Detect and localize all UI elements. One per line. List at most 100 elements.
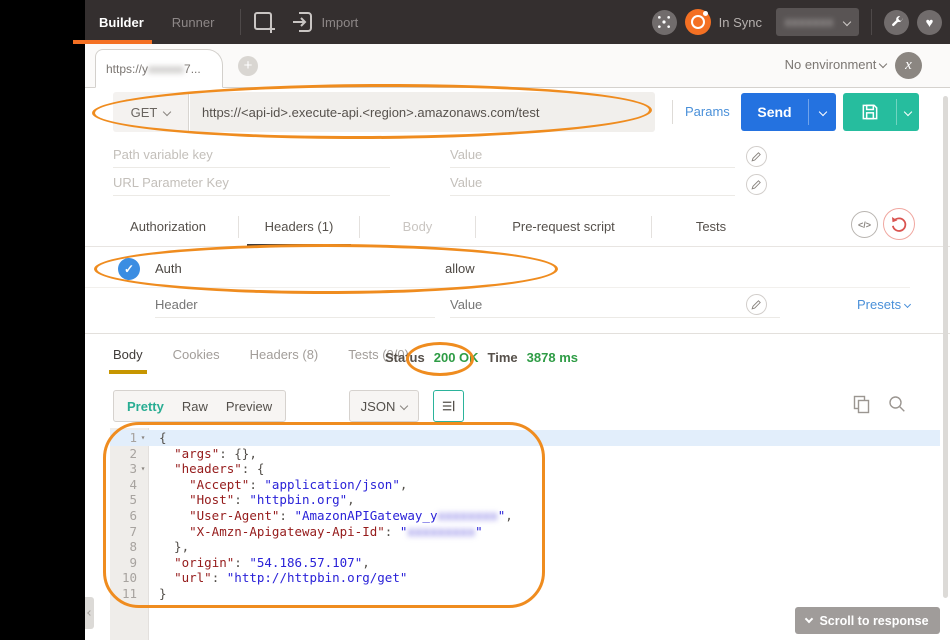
request-tab-title-suffix: 7... [184,62,201,76]
code-line: 5 "Host": "httpbin.org", [110,492,940,508]
scrollbar[interactable] [943,96,948,598]
params-button[interactable]: Params [685,104,730,119]
url-parameter-row [113,170,770,198]
new-header-value-input[interactable] [450,292,780,318]
environment-selector[interactable]: No environment [785,57,886,72]
view-pretty[interactable]: Pretty [118,399,173,414]
code-line: 6 "User-Agent": "AmazonAPIGateway_yxxxxx… [110,508,940,524]
line-number: 8 [110,539,137,555]
chevron-down-icon [904,301,911,308]
line-number: 10 [110,570,137,586]
edit-pencil-icon[interactable] [746,174,767,195]
url-parameter-key-input[interactable] [113,170,390,196]
response-view-switcher: Pretty Raw Preview [113,390,286,422]
save-floppy-icon [843,93,896,131]
top-nav: Builder Runner [85,0,228,44]
code-content: "Accept": "application/json", [149,477,407,493]
topbar-right: In Sync xxxxxxx ♥ [644,8,950,36]
line-number: 6 [110,508,137,524]
wrap-text-icon[interactable] [433,390,464,422]
chevron-down-icon [879,60,887,68]
response-tab-body[interactable]: Body [113,347,143,374]
header-enabled-checkbox[interactable]: ✓ [118,258,140,280]
save-options-chevron[interactable] [897,93,919,131]
user-account-button[interactable]: xxxxxxx [776,8,859,36]
nav-builder[interactable]: Builder [85,0,158,44]
fold-arrow-icon[interactable]: ▾ [137,461,149,477]
fold-arrow-icon[interactable]: ▾ [137,430,149,446]
request-section-tabs: Authorization Headers (1) Body Pre-reque… [85,207,950,247]
sidebar-collapse-handle[interactable] [85,597,94,629]
left-sidebar [0,0,85,640]
path-variable-value-input[interactable] [450,142,735,168]
code-line: 4 "Accept": "application/json", [110,477,940,493]
new-tab-icon[interactable] [253,11,277,33]
heart-icon[interactable]: ♥ [917,10,942,35]
path-variable-key-input[interactable] [113,142,390,168]
edit-pencil-icon[interactable] [746,294,767,315]
header-row-auth: ✓ Auth allow [85,251,910,288]
header-key[interactable]: Auth [155,261,182,276]
tab-tests[interactable]: Tests [652,207,770,246]
code-content: "origin": "54.186.57.107", [149,555,370,571]
code-lines: 1▾{2 "args": {},3▾ "headers": {4 "Accept… [110,430,940,602]
send-label: Send [741,93,808,131]
response-tab-cookies[interactable]: Cookies [173,347,220,374]
import-icon[interactable] [291,11,313,33]
heart-glyph: ♥ [926,15,934,30]
environment-quick-look-icon[interactable]: x [895,52,922,79]
line-number: 2 [110,446,137,462]
response-meta: Status 200 OK Time 3878 ms [385,350,578,365]
request-tab[interactable]: https://yxxxxxx7... [95,49,223,88]
view-preview[interactable]: Preview [217,399,281,414]
time-value: 3878 ms [527,350,578,365]
capture-requests-icon[interactable] [652,10,677,35]
url-parameter-value-input[interactable] [450,170,735,196]
chevron-down-icon [163,108,171,116]
view-raw[interactable]: Raw [173,399,217,414]
tab-authorization[interactable]: Authorization [98,207,238,246]
edit-pencil-icon[interactable] [746,146,767,167]
format-label: JSON [361,399,396,414]
code-line: 11} [110,586,940,602]
divider [672,100,673,124]
tab-headers[interactable]: Headers (1) [239,207,359,246]
tab-pre-request-script[interactable]: Pre-request script [476,207,651,246]
new-header-key-input[interactable] [155,292,435,318]
sync-status-label: In Sync [719,15,762,30]
line-number: 5 [110,492,137,508]
code-content: "args": {}, [149,446,257,462]
copy-icon[interactable] [853,395,870,414]
method-selector[interactable]: GET [113,92,189,132]
chevron-down-icon [400,402,408,410]
search-icon[interactable] [888,395,906,413]
import-label[interactable]: Import [321,15,358,30]
url-input[interactable] [190,92,655,132]
tab-body[interactable]: Body [360,207,475,246]
settings-wrench-icon[interactable] [884,10,909,35]
code-content: { [149,430,167,446]
top-bar: Builder Runner Import In Sync xxxxxxx ♥ [85,0,950,44]
code-line: 2 "args": {}, [110,446,940,462]
format-selector[interactable]: JSON [349,390,419,422]
nav-runner[interactable]: Runner [158,0,229,44]
send-button[interactable]: Send [741,93,836,131]
code-line: 7 "X-Amzn-Apigateway-Api-Id": "xxxxxxxxx… [110,524,940,540]
presets-dropdown[interactable]: Presets [857,297,910,312]
status-value: 200 OK [434,350,479,365]
generate-code-icon[interactable]: </> [851,211,878,238]
send-options-chevron[interactable] [809,93,836,131]
reset-icon[interactable] [883,208,915,240]
new-header-row [155,292,770,320]
add-tab-button[interactable]: + [238,56,258,76]
time-label: Time [488,350,518,365]
save-button[interactable] [843,93,919,131]
response-tab-headers[interactable]: Headers (8) [250,347,319,374]
scroll-to-response-button[interactable]: Scroll to response [795,607,940,634]
line-number: 1 [110,430,137,446]
chevron-down-icon [904,108,912,116]
code-line: 8 }, [110,539,940,555]
sync-status-icon[interactable] [685,9,711,35]
header-value[interactable]: allow [445,261,475,276]
request-tab-title-masked: xxxxxx [148,62,184,76]
